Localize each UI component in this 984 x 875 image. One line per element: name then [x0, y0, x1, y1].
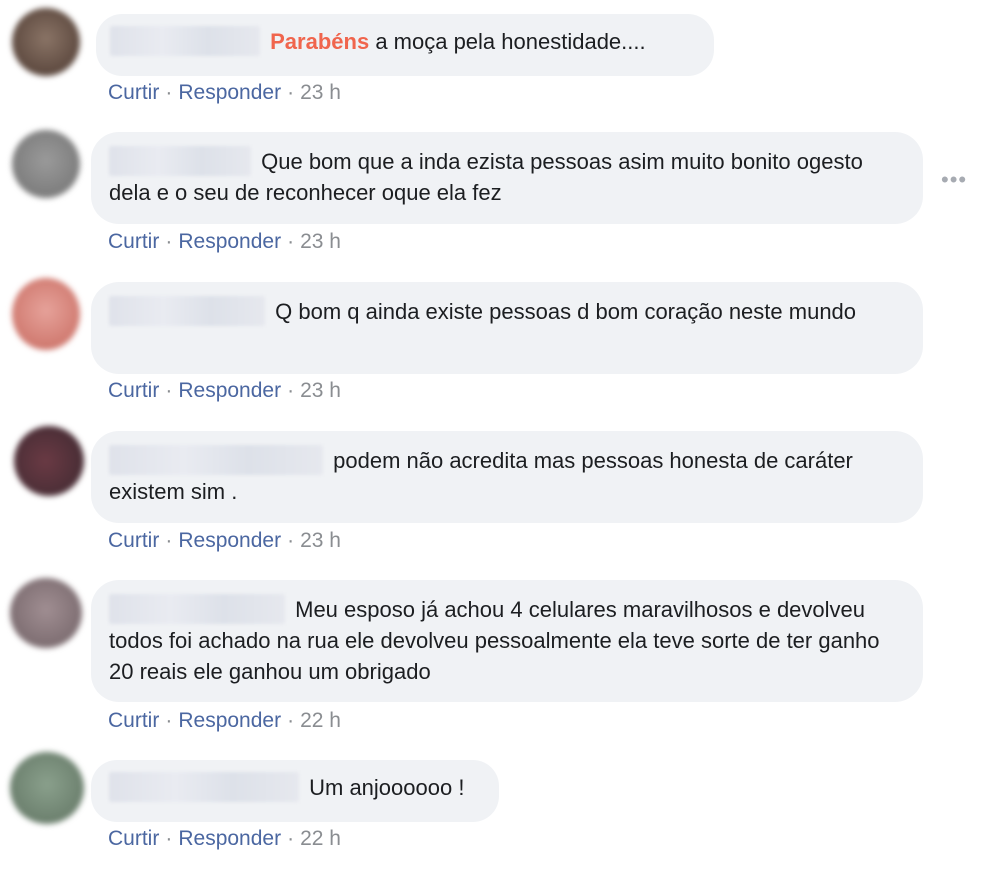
- comment-bubble: Que bom que a inda ezista pessoas asim m…: [91, 132, 923, 224]
- highlighted-word: Parabéns: [270, 29, 370, 54]
- reply-link[interactable]: Responder: [178, 379, 281, 402]
- like-link[interactable]: Curtir: [108, 827, 159, 850]
- avatar[interactable]: [14, 426, 84, 496]
- comment-bubble: Um anjoooooo !: [91, 760, 499, 822]
- comment-bubble: Q bom q ainda existe pessoas d bom coraç…: [91, 282, 923, 374]
- separator: ·: [287, 827, 295, 850]
- timestamp[interactable]: 23 h: [300, 230, 341, 253]
- avatar[interactable]: [10, 578, 82, 648]
- separator: ·: [287, 379, 295, 402]
- comment-text: Um anjoooooo !: [309, 775, 465, 800]
- comment-actions: Curtir · Responder · 23 h: [108, 379, 341, 403]
- separator: ·: [287, 709, 295, 732]
- author-name[interactable]: [110, 26, 260, 56]
- reply-link[interactable]: Responder: [178, 827, 281, 850]
- like-link[interactable]: Curtir: [108, 529, 159, 552]
- comment-actions: Curtir · Responder · 22 h: [108, 709, 341, 733]
- timestamp[interactable]: 23 h: [300, 529, 341, 552]
- comment-bubble: Parabéns a moça pela honestidade....: [96, 14, 714, 76]
- separator: ·: [287, 529, 295, 552]
- timestamp[interactable]: 23 h: [300, 81, 341, 104]
- avatar[interactable]: [12, 278, 80, 350]
- comment-actions: Curtir · Responder · 23 h: [108, 529, 341, 553]
- like-link[interactable]: Curtir: [108, 709, 159, 732]
- like-link[interactable]: Curtir: [108, 379, 159, 402]
- separator: ·: [287, 81, 295, 104]
- timestamp[interactable]: 22 h: [300, 709, 341, 732]
- comment-bubble: Meu esposo já achou 4 celulares maravilh…: [91, 580, 923, 702]
- timestamp[interactable]: 23 h: [300, 379, 341, 402]
- like-link[interactable]: Curtir: [108, 81, 159, 104]
- separator: ·: [165, 709, 173, 732]
- separator: ·: [287, 230, 295, 253]
- separator: ·: [165, 230, 173, 253]
- author-name[interactable]: [109, 445, 323, 475]
- author-name[interactable]: [109, 772, 299, 802]
- avatar[interactable]: [10, 752, 84, 824]
- separator: ·: [165, 81, 173, 104]
- comment-actions: Curtir · Responder · 23 h: [108, 81, 341, 105]
- separator: ·: [165, 529, 173, 552]
- author-name[interactable]: [109, 296, 265, 326]
- timestamp[interactable]: 22 h: [300, 827, 341, 850]
- comment-bubble: podem não acredita mas pessoas honesta d…: [91, 431, 923, 523]
- comment-actions: Curtir · Responder · 23 h: [108, 230, 341, 254]
- separator: ·: [165, 379, 173, 402]
- reply-link[interactable]: Responder: [178, 709, 281, 732]
- comment-text: Q bom q ainda existe pessoas d bom coraç…: [275, 299, 857, 324]
- comment-text: a moça pela honestidade....: [375, 29, 646, 54]
- author-name[interactable]: [109, 594, 285, 624]
- avatar[interactable]: [12, 8, 80, 76]
- separator: ·: [165, 827, 173, 850]
- author-name[interactable]: [109, 146, 251, 176]
- comment-actions: Curtir · Responder · 22 h: [108, 827, 341, 851]
- reply-link[interactable]: Responder: [178, 81, 281, 104]
- reply-link[interactable]: Responder: [178, 529, 281, 552]
- more-options-icon[interactable]: •••: [941, 169, 967, 191]
- avatar[interactable]: [12, 130, 80, 198]
- like-link[interactable]: Curtir: [108, 230, 159, 253]
- reply-link[interactable]: Responder: [178, 230, 281, 253]
